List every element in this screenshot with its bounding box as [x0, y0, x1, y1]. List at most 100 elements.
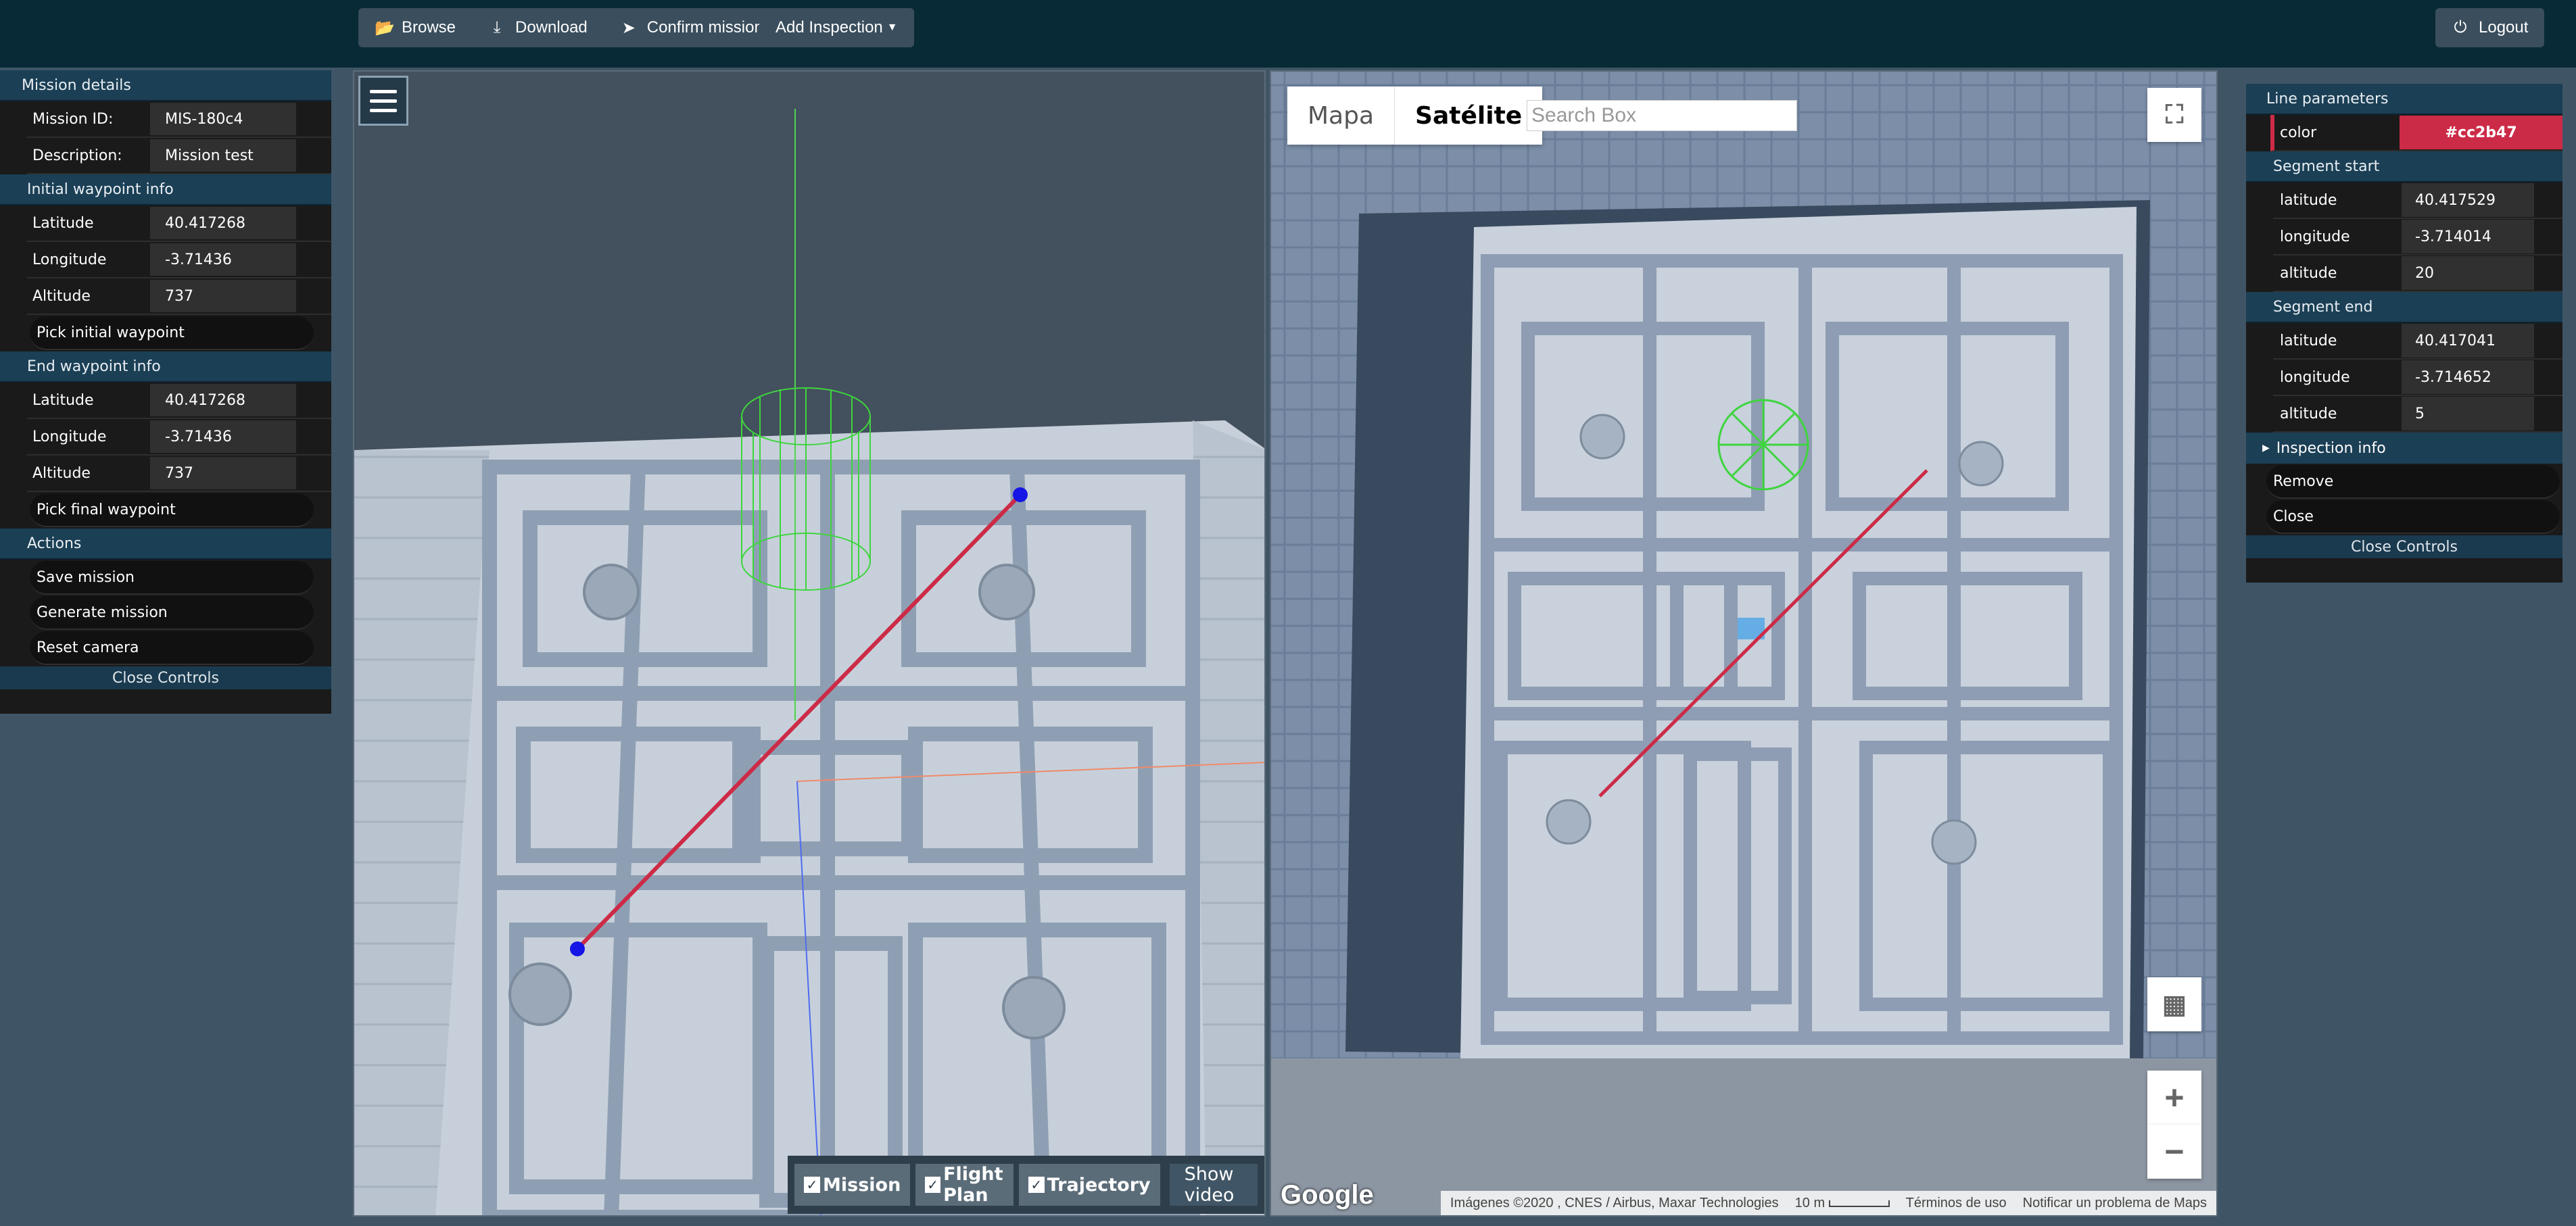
close-button[interactable]: Close	[2266, 500, 2560, 534]
add-inspection-label: Add Inspection	[776, 18, 883, 36]
layers-button[interactable]: ▦	[2147, 977, 2201, 1031]
save-mission-button[interactable]: Save mission	[30, 561, 314, 595]
end-latitude-row: Latitude 40.417268	[27, 383, 331, 419]
start-altitude-label: altitude	[2280, 264, 2337, 282]
fullscreen-icon: ⛶	[2165, 100, 2184, 129]
trajectory-toggle[interactable]: ✓ Trajectory	[1018, 1164, 1160, 1206]
plus-icon: +	[2164, 1079, 2185, 1117]
inspection-info-label: Inspection info	[2276, 439, 2386, 457]
generate-mission-button[interactable]: Generate mission	[30, 596, 314, 630]
zoom-in-button[interactable]: +	[2147, 1071, 2201, 1125]
mission-details-title[interactable]: Mission details	[0, 70, 331, 101]
confirm-mission-button[interactable]: ➤ Confirm mission	[603, 8, 780, 47]
map-scale[interactable]: 10 m	[1795, 1196, 1890, 1211]
end-longitude-field[interactable]: -3.71436	[150, 420, 296, 453]
end-altitude-field[interactable]: 737	[150, 457, 296, 489]
start-altitude-extra	[2534, 256, 2562, 290]
mission-toggle[interactable]: ✓ Mission	[794, 1164, 911, 1206]
seg-end-latitude-field[interactable]: 40.417041	[2402, 324, 2534, 358]
pick-initial-waypoint-button[interactable]: Pick initial waypoint	[30, 316, 314, 350]
close-controls-button[interactable]: Close Controls	[0, 666, 331, 689]
remove-button[interactable]: Remove	[2266, 465, 2560, 499]
inspection-info-folder[interactable]: ▶ Inspection info	[2246, 433, 2562, 464]
line-parameters-title[interactable]: Line parameters	[2246, 84, 2562, 115]
browse-button[interactable]: 📂 Browse	[358, 8, 473, 47]
tab-satelite[interactable]: Satélite	[1394, 87, 1542, 145]
mission-checkbox-icon: ✓	[804, 1177, 820, 1193]
description-label: Description:	[32, 147, 122, 164]
browse-label: Browse	[402, 18, 456, 36]
end-altitude-extra	[296, 457, 330, 489]
terms-link[interactable]: Términos de uso	[1906, 1196, 2007, 1211]
mission-id-extra	[296, 103, 330, 135]
actions-title[interactable]: Actions	[0, 529, 331, 560]
initial-latitude-field[interactable]: 40.417268	[150, 207, 296, 239]
flight-plan-toggle-label: Flight Plan	[943, 1164, 1003, 1206]
end-longitude-row-r: longitude -3.714652	[2273, 360, 2562, 396]
logout-label: Logout	[2479, 18, 2529, 36]
start-altitude-field[interactable]: 20	[2402, 256, 2534, 290]
fullscreen-button[interactable]: ⛶	[2147, 88, 2201, 142]
zoom-out-button[interactable]: −	[2147, 1125, 2201, 1179]
initial-altitude-field[interactable]: 737	[150, 280, 296, 312]
add-inspection-dropdown[interactable]: Add Inspection ▼	[759, 8, 914, 47]
mission-id-row: Mission ID: MIS-180c4	[27, 101, 331, 138]
3d-scene	[354, 109, 1264, 1215]
initial-latitude-label: Latitude	[32, 214, 94, 232]
download-label: Download	[515, 18, 588, 36]
pick-final-waypoint-button[interactable]: Pick final waypoint	[30, 493, 314, 527]
logout-group: ⏻ Logout	[2435, 8, 2545, 47]
map-search-input[interactable]: Search Box	[1527, 100, 1797, 131]
initial-waypoint-title[interactable]: Initial waypoint info	[0, 174, 331, 205]
end-waypoint-title[interactable]: End waypoint info	[0, 351, 331, 383]
color-row: color #cc2b47	[2270, 115, 2562, 151]
reset-camera-button[interactable]: Reset camera	[30, 631, 314, 665]
download-icon: ⤓	[493, 18, 501, 36]
start-longitude-field[interactable]: -3.714014	[2402, 220, 2534, 253]
initial-longitude-field[interactable]: -3.71436	[150, 243, 296, 276]
trajectory-checkbox-icon: ✓	[1028, 1177, 1045, 1193]
end-altitude-row-r: altitude 5	[2273, 396, 2562, 433]
seg-end-longitude-field[interactable]: -3.714652	[2402, 360, 2534, 394]
show-video-button[interactable]: Show video	[1169, 1164, 1258, 1206]
folder-open-icon: 📂	[375, 18, 395, 37]
menu-hamburger-button[interactable]	[358, 76, 408, 126]
report-problem-link[interactable]: Notificar un problema de Maps	[2023, 1196, 2207, 1211]
power-icon: ⏻	[2454, 18, 2467, 36]
end-altitude-row: Altitude 737	[27, 456, 331, 492]
grid-icon: ▦	[2162, 990, 2187, 1019]
close-controls-button-right[interactable]: Close Controls	[2246, 535, 2562, 558]
mission-id-field[interactable]: MIS-180c4	[150, 103, 296, 135]
seg-end-longitude-label: longitude	[2280, 368, 2350, 386]
mission-toggle-label: Mission	[823, 1174, 901, 1196]
description-extra	[296, 139, 330, 172]
map-type-tabs: Mapa Satélite	[1287, 87, 1543, 145]
end-altitude-label: Altitude	[32, 464, 91, 482]
initial-longitude-extra	[296, 243, 330, 276]
trajectory-toggle-label: Trajectory	[1047, 1174, 1151, 1196]
segment-start-title[interactable]: Segment start	[2246, 151, 2562, 182]
caret-right-icon: ▶	[2262, 443, 2270, 453]
end-latitude-label: Latitude	[32, 391, 94, 409]
tab-mapa[interactable]: Mapa	[1287, 87, 1394, 145]
map-scale-label: 10 m	[1794, 1195, 1826, 1210]
flight-plan-toggle[interactable]: ✓ Flight Plan	[915, 1164, 1013, 1206]
color-picker[interactable]: #cc2b47	[2400, 116, 2562, 149]
description-field[interactable]: Mission test	[150, 139, 296, 172]
start-longitude-row: longitude -3.714014	[2273, 219, 2562, 255]
initial-latitude-row: Latitude 40.417268	[27, 205, 331, 242]
seg-end-altitude-field[interactable]: 5	[2402, 397, 2534, 431]
end-latitude-field[interactable]: 40.417268	[150, 384, 296, 416]
seg-end-latitude-extra	[2534, 324, 2562, 358]
3d-viewer[interactable]: ✓ Mission ✓ Flight Plan ✓ Trajectory Show v…	[353, 70, 1266, 1217]
add-inspection-group: Add Inspection ▼	[759, 8, 914, 47]
download-button[interactable]: ⤓ Download	[472, 8, 604, 47]
paper-plane-icon: ➤	[621, 18, 636, 37]
segment-start-point	[1013, 487, 1028, 502]
segment-end-title[interactable]: Segment end	[2246, 292, 2562, 323]
logout-button[interactable]: ⏻ Logout	[2435, 8, 2545, 47]
start-latitude-field[interactable]: 40.417529	[2402, 183, 2534, 217]
seg-end-altitude-extra	[2534, 397, 2562, 431]
satellite-map[interactable]: Mapa Satélite Search Box ⛶ ▦ + − Google …	[1270, 70, 2218, 1217]
flight-plan-checkbox-icon: ✓	[925, 1177, 941, 1193]
